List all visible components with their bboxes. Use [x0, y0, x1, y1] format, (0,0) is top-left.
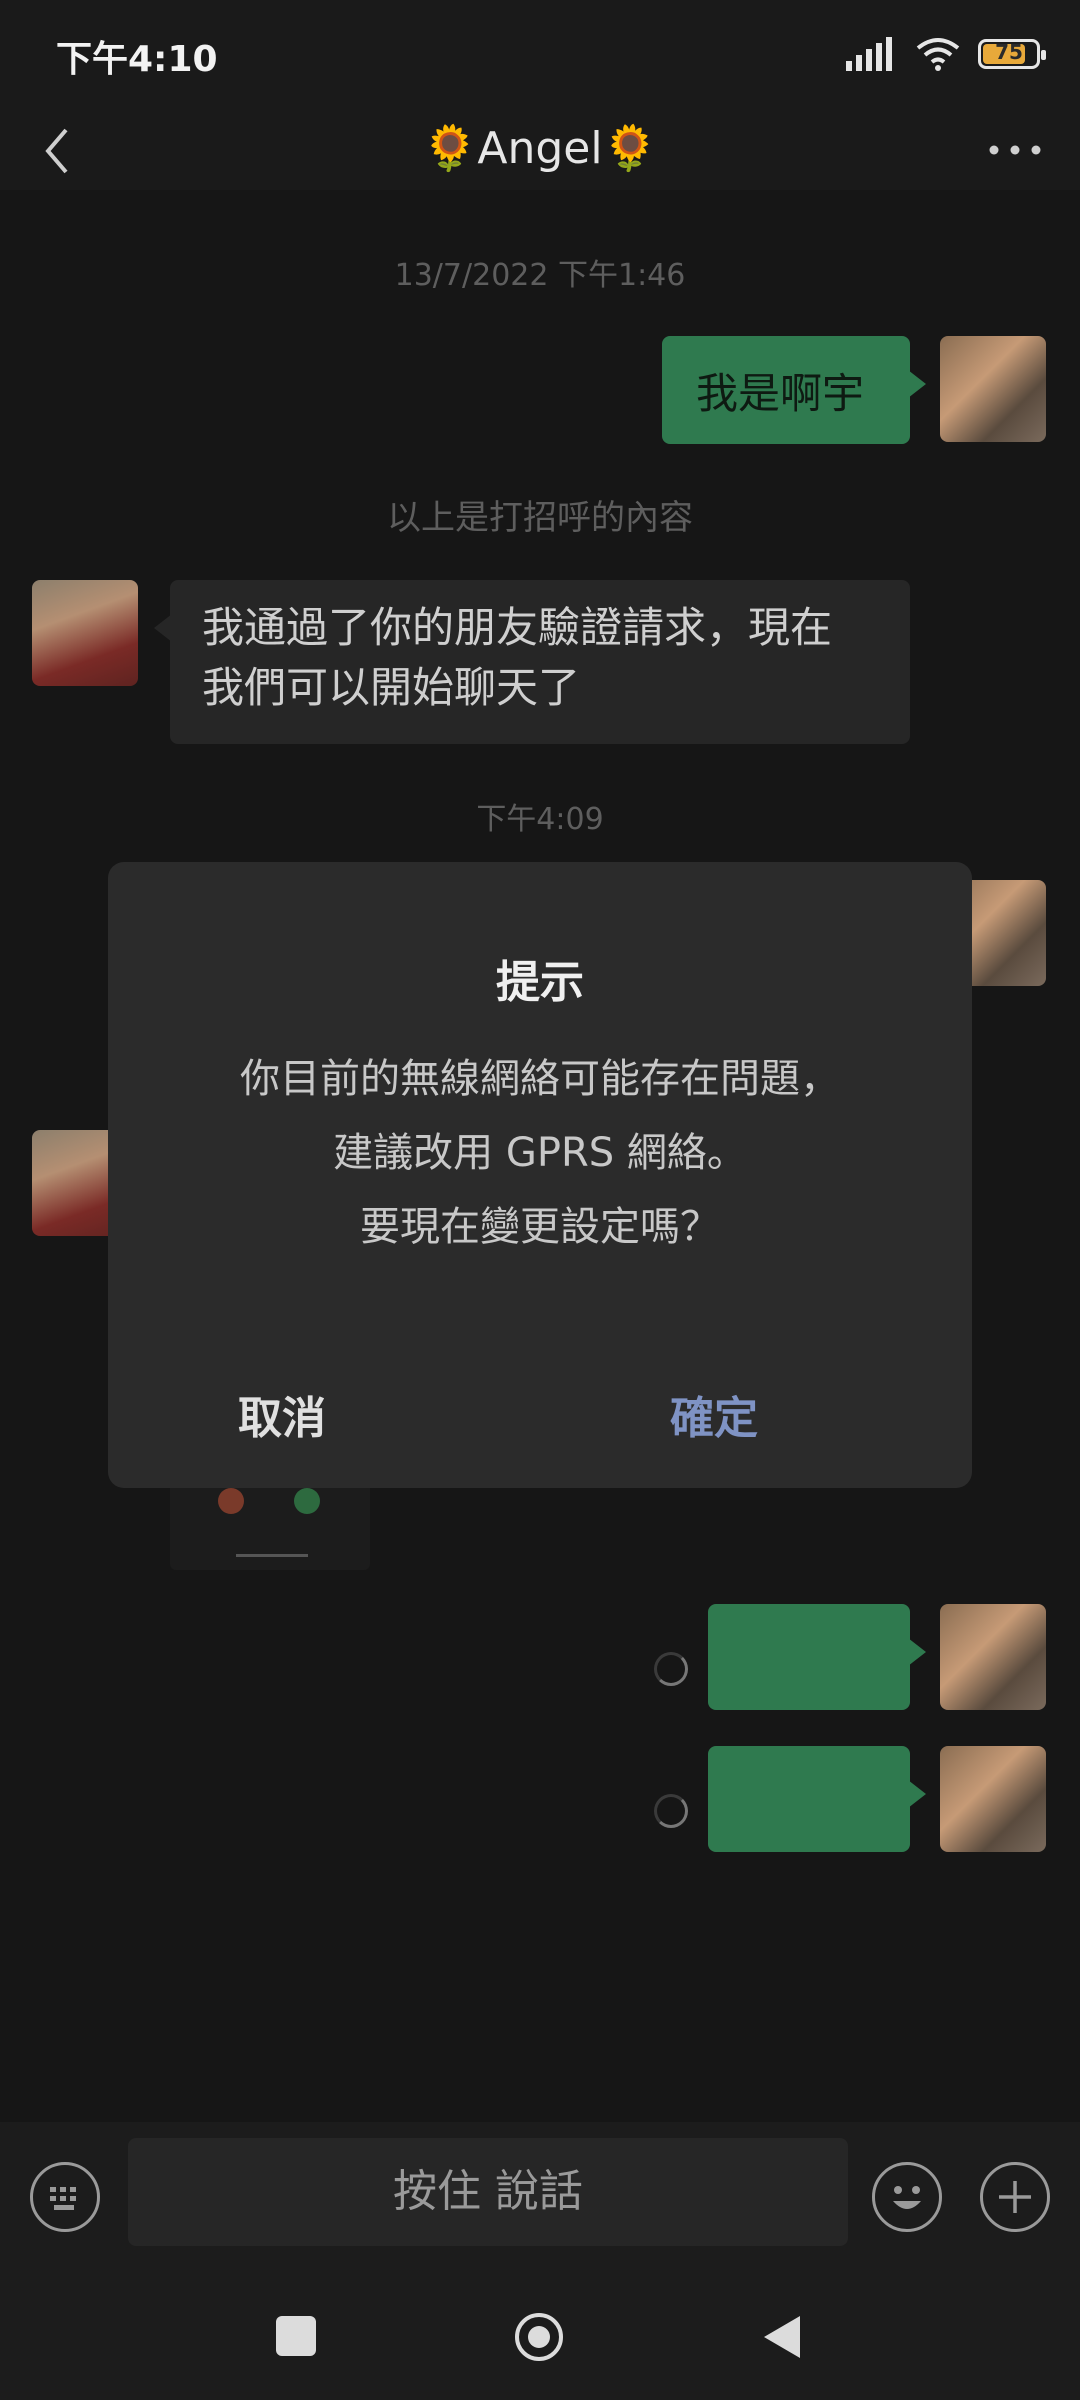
more-options-button[interactable] — [980, 120, 1050, 180]
chat-header: 🌻Angel🌻 — [0, 110, 1080, 190]
message-bubble-me-3[interactable] — [708, 1746, 926, 1852]
timestamp-1: 13/7/2022 下午1:46 — [394, 258, 686, 293]
sending-spinner-icon — [654, 1794, 688, 1828]
message-text-line2: 我們可以開始聊天了 — [202, 663, 581, 712]
cancel-button[interactable]: 取消 — [132, 1382, 432, 1446]
wifi-icon — [916, 38, 960, 71]
dialog-line-3: 要現在變更設定嗎？ — [360, 1204, 720, 1250]
input-bar: 按住 說話 — [0, 2122, 1080, 2274]
message-bubble-her-1[interactable]: 我通過了你的朋友驗證請求，現在 我們可以開始聊天了 — [154, 580, 910, 744]
message-bubble-me-1[interactable]: 我是啊宇 — [662, 336, 926, 444]
contact-avatar[interactable] — [32, 580, 138, 686]
status-icons: 75 — [846, 34, 1046, 74]
timestamp-2: 下午4:09 — [476, 802, 604, 837]
call-card[interactable] — [170, 1480, 370, 1570]
recents-button[interactable] — [276, 2316, 316, 2356]
back-nav-button[interactable] — [760, 2314, 804, 2360]
message-bubble-me-2[interactable] — [708, 1604, 926, 1710]
plus-icon — [999, 2181, 1031, 2213]
dialog-line-1: 你目前的無線網絡可能存在問題， — [240, 1056, 840, 1102]
add-button[interactable] — [980, 2162, 1050, 2232]
message-text: 我是啊宇 — [696, 369, 865, 418]
sending-spinner-icon — [654, 1652, 688, 1686]
system-nav-bar — [0, 2274, 1080, 2400]
home-circle-icon — [515, 2313, 563, 2361]
signal-icon — [846, 37, 892, 71]
triangle-back-icon — [764, 2316, 800, 2358]
dialog-title: 提示 — [496, 957, 584, 1008]
emoji-icon — [893, 2186, 921, 2209]
dialog-message: 你目前的無線網絡可能存在問題， 建議改用 GPRS 網絡。 要現在變更設定嗎？ — [108, 1042, 972, 1264]
my-avatar[interactable] — [940, 336, 1046, 442]
home-button[interactable] — [512, 2310, 566, 2364]
more-dots-icon — [989, 145, 1041, 155]
emoji-button[interactable] — [872, 2162, 942, 2232]
accept-icon — [294, 1488, 320, 1514]
status-bar: 下午4:10 75 — [0, 0, 1080, 110]
dialog-line-2: 建議改用 GPRS 網絡。 — [333, 1130, 747, 1176]
battery-icon: 75 — [978, 39, 1046, 69]
keyboard-toggle-button[interactable] — [30, 2162, 100, 2232]
confirm-button[interactable]: 確定 — [564, 1382, 864, 1446]
network-warning-dialog: 提示 你目前的無線網絡可能存在問題， 建議改用 GPRS 網絡。 要現在變更設定… — [108, 862, 972, 1488]
system-note: 以上是打招呼的內容 — [387, 498, 693, 538]
message-text-line1: 我通過了你的朋友驗證請求，現在 — [202, 603, 833, 652]
status-time: 下午4:10 — [56, 39, 218, 80]
my-avatar[interactable] — [940, 1746, 1046, 1852]
battery-level: 75 — [995, 40, 1023, 64]
decline-icon — [218, 1488, 244, 1514]
card-divider — [236, 1554, 308, 1557]
my-avatar[interactable] — [940, 1604, 1046, 1710]
chat-title: 🌻Angel🌻 — [422, 123, 658, 174]
hold-to-talk-button[interactable]: 按住 說話 — [128, 2138, 848, 2246]
keyboard-icon — [50, 2187, 76, 2210]
